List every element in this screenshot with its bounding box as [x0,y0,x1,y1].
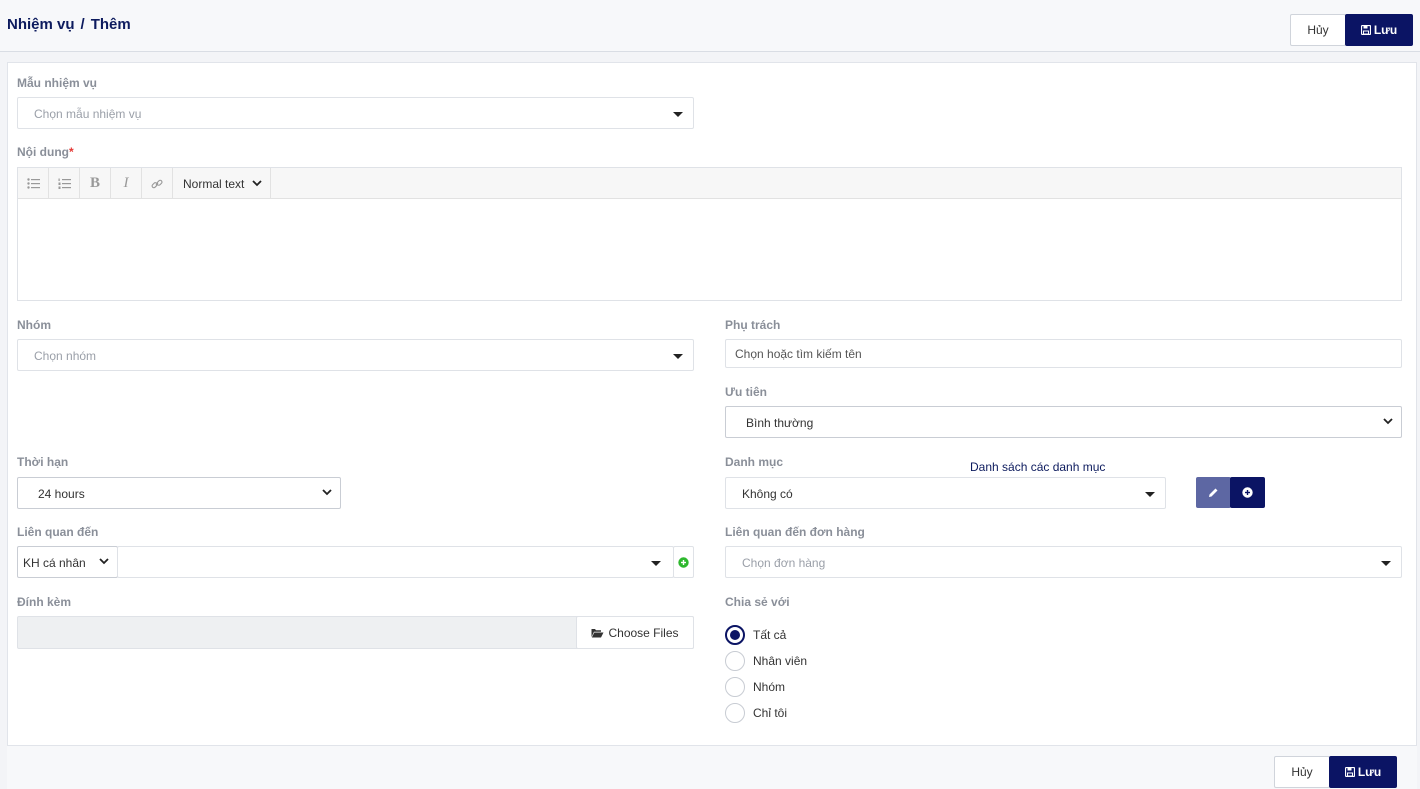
cancel-button[interactable]: Hủy [1290,14,1346,46]
add-category-button[interactable] [1230,477,1265,508]
numbered-list-icon[interactable] [49,168,80,199]
caret-down-icon [1381,561,1391,566]
content-editor: B I Normal text [17,167,1402,301]
form-footer [7,745,1417,789]
link-icon[interactable] [142,168,173,199]
chevron-down-icon [252,180,262,187]
floppy-disk-icon [1344,767,1355,777]
content-label: Nội dung* [17,145,74,159]
template-placeholder: Chọn mẫu nhiệm vụ [34,107,142,121]
pencil-icon [1209,488,1218,497]
deadline-value: 24 hours [38,487,85,501]
radio-selected[interactable] [725,625,745,645]
footer-save-button[interactable]: Lưu [1329,756,1397,788]
plus-circle-icon [1242,487,1253,498]
chevron-down-icon [99,558,109,565]
share-option-group[interactable]: Nhóm [725,677,785,697]
breadcrumb-current: Thêm [90,16,131,33]
caret-down-icon [1145,492,1155,497]
priority-label: Ưu tiên [725,385,767,399]
plus-circle-icon [678,557,689,568]
radio-unselected[interactable] [725,703,745,723]
attachment-label: Đính kèm [17,595,72,609]
priority-value: Bình thường [746,416,814,430]
group-select[interactable]: Chọn nhóm [17,339,694,371]
share-option-staff[interactable]: Nhân viên [725,651,807,671]
content-label-text: Nội dung [17,145,69,159]
caret-down-icon [651,561,661,566]
share-option-label: Nhân viên [753,654,808,668]
text-style-select[interactable]: Normal text [173,168,271,199]
choose-files-label: Choose Files [608,625,679,640]
share-option-label: Tất cả [753,628,787,642]
add-related-button[interactable] [673,546,694,578]
related-order-select[interactable]: Chọn đơn hàng [725,546,1402,578]
assignee-label: Phụ trách [725,318,781,332]
group-placeholder: Chọn nhóm [34,349,97,363]
radio-unselected[interactable] [725,651,745,671]
category-value: Không có [742,487,793,501]
related-order-label: Liên quan đến đơn hàng [725,525,865,539]
related-type-value: KH cá nhân [23,556,86,570]
related-to-label: Liên quan đến [17,525,99,539]
bullet-list-icon[interactable] [18,168,49,199]
choose-files-button[interactable]: Choose Files [576,616,694,649]
related-customer-select[interactable] [117,546,674,578]
category-select[interactable]: Không có [725,477,1166,509]
group-label: Nhóm [17,318,51,332]
save-button-label: Lưu [1373,23,1398,37]
cancel-button-label: Hủy [1307,23,1329,37]
cancel-button-label: Hủy [1291,765,1313,779]
category-list-link[interactable]: Danh sách các danh mục [970,460,1105,474]
radio-unselected[interactable] [725,677,745,697]
save-button-label: Lưu [1357,765,1382,779]
share-option-only-me[interactable]: Chỉ tôi [725,703,787,723]
footer-cancel-button[interactable]: Hủy [1274,756,1330,788]
assignee-placeholder: Chọn hoặc tìm kiếm tên [735,347,862,361]
folder-open-icon [591,628,604,637]
share-option-label: Nhóm [753,680,786,694]
caret-down-icon [673,354,683,359]
content-textarea[interactable] [18,199,1401,301]
related-type-select[interactable]: KH cá nhân [17,546,118,578]
chevron-down-icon [322,489,332,496]
text-style-value: Normal text [183,177,245,191]
category-label: Danh mục [725,455,784,469]
share-option-label: Chỉ tôi [753,706,788,720]
save-button[interactable]: Lưu [1345,14,1413,46]
required-mark: * [68,145,74,159]
deadline-select[interactable]: 24 hours [17,477,341,509]
caret-down-icon [673,112,683,117]
share-option-all[interactable]: Tất cả [725,625,786,645]
assignee-input[interactable]: Chọn hoặc tìm kiếm tên [725,339,1402,368]
share-label: Chia sẻ với [725,595,790,609]
template-select[interactable]: Chọn mẫu nhiệm vụ [17,97,694,129]
bold-icon[interactable]: B [80,168,111,199]
breadcrumb-separator: / [80,16,85,33]
related-order-placeholder: Chọn đơn hàng [742,556,826,570]
breadcrumb: Nhiệm vụ / Thêm [7,16,131,33]
template-label: Mẫu nhiệm vụ [17,76,98,90]
edit-category-button[interactable] [1196,477,1231,508]
italic-icon[interactable]: I [111,168,142,199]
chevron-down-icon [1383,418,1393,425]
editor-toolbar: B I Normal text [18,168,1401,199]
page-header: Nhiệm vụ / Thêm Hủy Lưu [0,0,1420,52]
breadcrumb-parent[interactable]: Nhiệm vụ [7,16,75,33]
floppy-disk-icon [1360,25,1371,35]
priority-select[interactable]: Bình thường [725,406,1402,438]
deadline-label: Thời hạn [17,455,69,469]
